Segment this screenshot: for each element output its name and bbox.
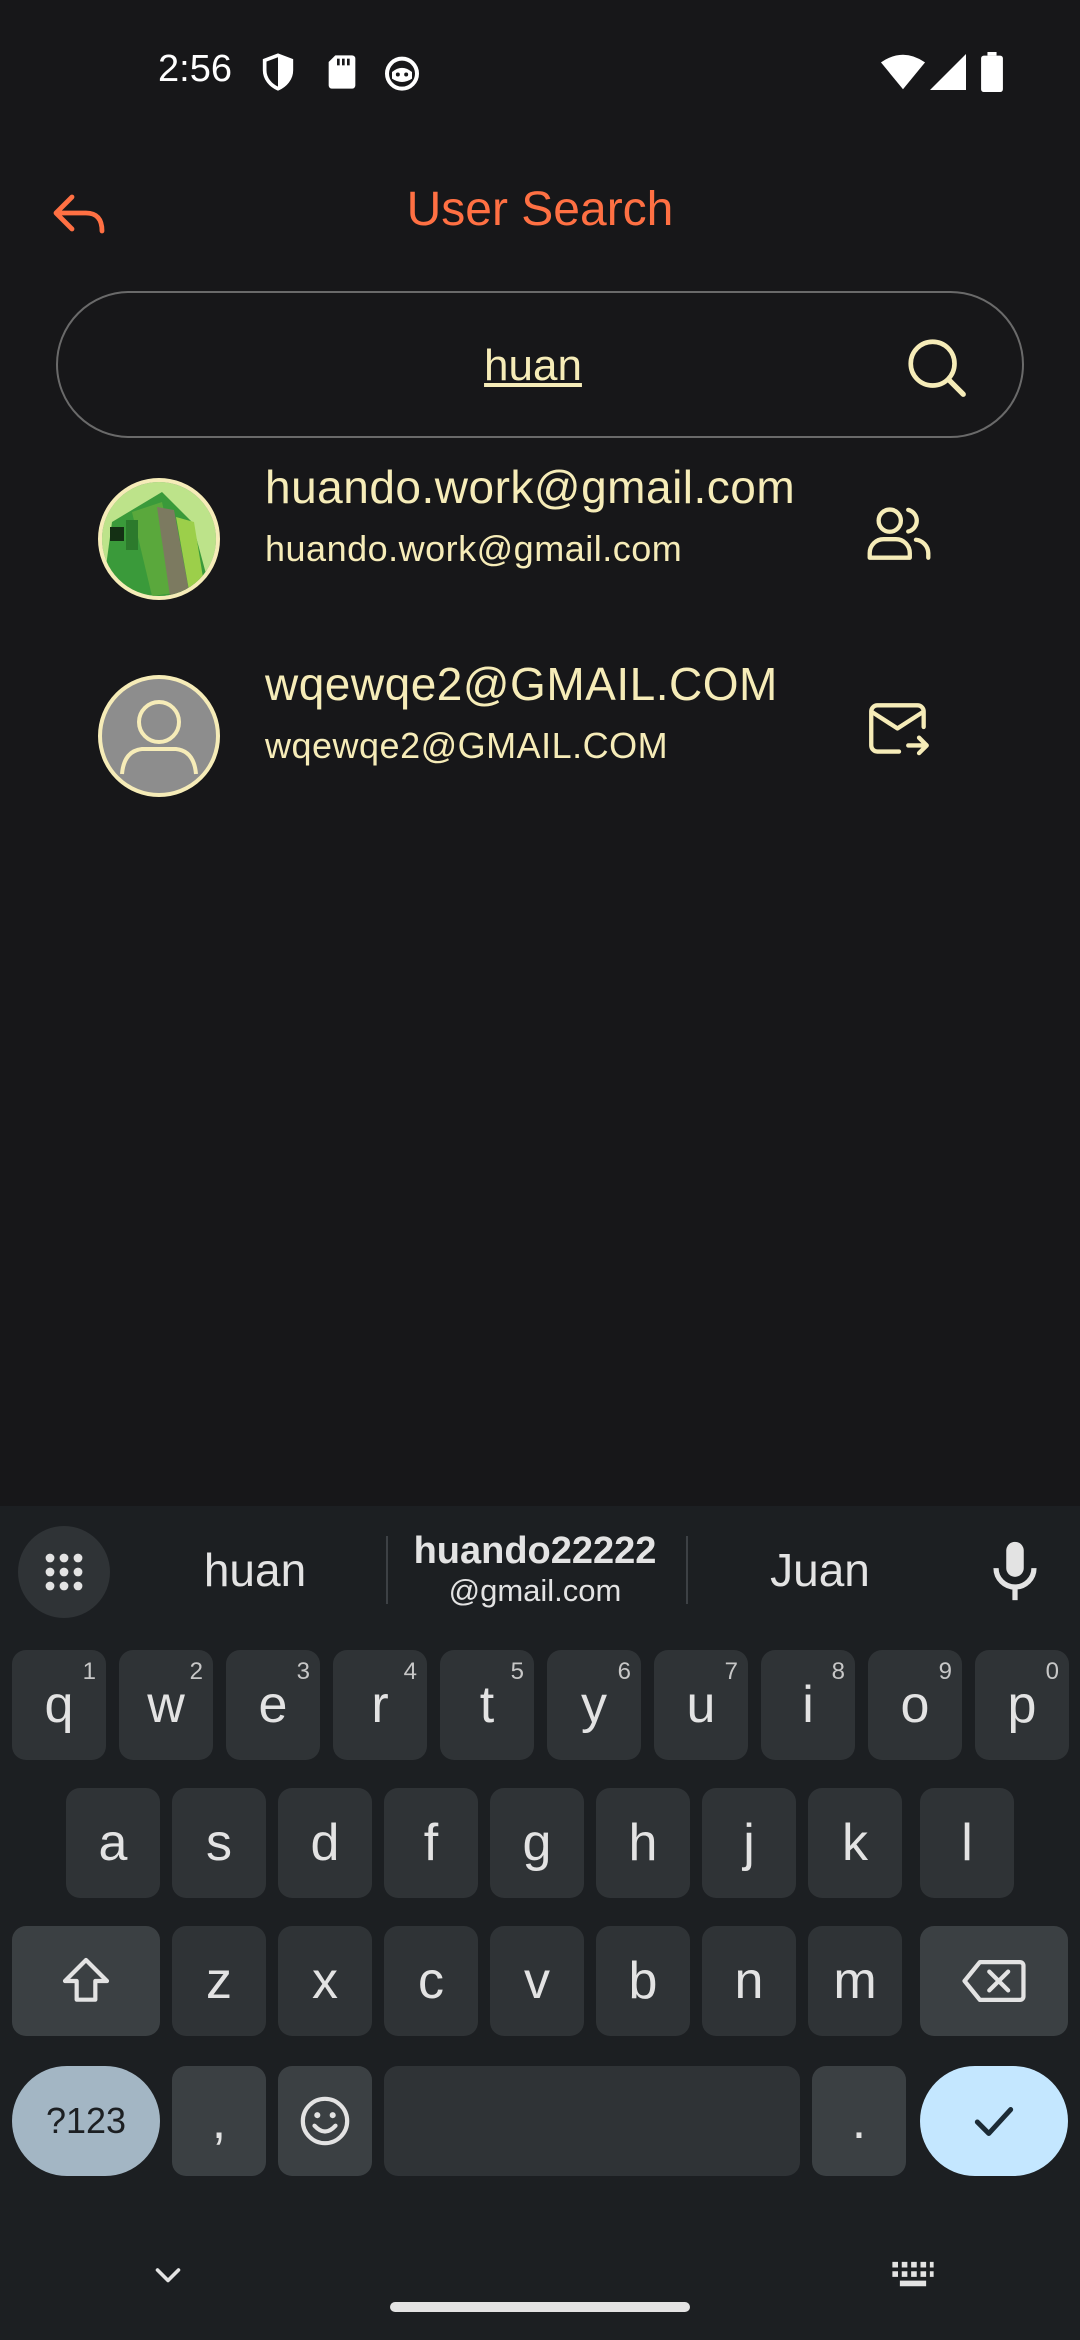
enter-key[interactable] — [920, 2066, 1068, 2176]
shield-icon — [262, 53, 294, 91]
key-p[interactable]: p0 — [975, 1650, 1069, 1760]
key-a[interactable]: a — [66, 1788, 160, 1898]
home-handle[interactable] — [390, 2302, 690, 2312]
key-u[interactable]: u7 — [654, 1650, 748, 1760]
backspace-icon — [962, 1960, 1026, 2002]
key-q[interactable]: q1 — [12, 1650, 106, 1760]
search-box — [56, 291, 1024, 438]
key-y[interactable]: y6 — [547, 1650, 641, 1760]
suggestion-divider — [686, 1536, 688, 1604]
result-name: huando.work@gmail.com — [265, 461, 796, 513]
key-b[interactable]: b — [596, 1926, 690, 2036]
avatar-photo — [102, 482, 216, 596]
key-m[interactable]: m — [808, 1926, 902, 2036]
shift-key[interactable] — [12, 1926, 160, 2036]
suggestion-center[interactable]: huando22222 @gmail.com — [390, 1506, 680, 1634]
key-d[interactable]: d — [278, 1788, 372, 1898]
cell-signal-icon — [930, 54, 966, 90]
key-o[interactable]: o9 — [868, 1650, 962, 1760]
keyboard-switch-icon[interactable] — [890, 2260, 936, 2290]
search-icon[interactable] — [902, 333, 972, 403]
key-t[interactable]: t5 — [440, 1650, 534, 1760]
key-c[interactable]: c — [384, 1926, 478, 2036]
suggestion-left-label: huan — [203, 1544, 307, 1596]
suggestion-bar: huan huando22222 @gmail.com Juan — [0, 1506, 1080, 1634]
emoji-key[interactable] — [278, 2066, 372, 2176]
mail-forward-icon[interactable] — [862, 693, 936, 767]
suggestion-divider — [386, 1536, 388, 1604]
comma-key[interactable]: , — [172, 2066, 266, 2176]
suggestion-right[interactable]: Juan — [690, 1506, 950, 1634]
battery-icon — [981, 52, 1003, 92]
key-j[interactable]: j — [702, 1788, 796, 1898]
key-l[interactable]: l — [920, 1788, 1014, 1898]
period-key[interactable]: . — [812, 2066, 906, 2176]
result-name: wqewqe2@GMAIL.COM — [265, 658, 778, 710]
suggestion-right-label: Juan — [770, 1544, 870, 1596]
key-x[interactable]: x — [278, 1926, 372, 2036]
key-i[interactable]: i8 — [761, 1650, 855, 1760]
key-r[interactable]: r4 — [333, 1650, 427, 1760]
key-v[interactable]: v — [490, 1926, 584, 2036]
keyboard-apps-button[interactable] — [18, 1526, 110, 1618]
key-s[interactable]: s — [172, 1788, 266, 1898]
key-z[interactable]: z — [172, 1926, 266, 2036]
key-n[interactable]: n — [702, 1926, 796, 2036]
microphone-icon[interactable] — [980, 1536, 1050, 1606]
cat-face-icon — [385, 56, 419, 91]
default-person-icon — [120, 700, 198, 775]
shift-arrow-icon — [62, 1957, 110, 2002]
key-f[interactable]: f — [384, 1788, 478, 1898]
avatar — [98, 675, 220, 797]
emoji-icon — [300, 2096, 350, 2146]
checkmark-icon — [974, 2107, 1014, 2136]
key-h[interactable]: h — [596, 1788, 690, 1898]
avatar — [98, 478, 220, 600]
result-email: huando.work@gmail.com — [265, 528, 683, 569]
users-icon[interactable] — [862, 496, 936, 570]
wifi-icon — [880, 54, 926, 90]
key-k[interactable]: k — [808, 1788, 902, 1898]
page-title: User Search — [406, 183, 674, 236]
navigation-bar — [0, 2190, 1080, 2340]
status-bar: 2:56 — [0, 0, 1080, 140]
hide-keyboard-chevron-icon[interactable] — [150, 2264, 186, 2288]
space-key[interactable] — [384, 2066, 800, 2176]
suggestion-center-main: huando22222 — [413, 1529, 657, 1572]
backspace-key[interactable] — [920, 1926, 1068, 2036]
symbols-key[interactable]: ?123 — [12, 2066, 160, 2176]
key-w[interactable]: w2 — [119, 1650, 213, 1760]
key-g[interactable]: g — [490, 1788, 584, 1898]
grid-icon — [45, 1553, 83, 1591]
search-input[interactable] — [148, 323, 918, 408]
result-email: wqewqe2@GMAIL.COM — [265, 725, 669, 766]
result-row[interactable]: huando.work@gmail.com huando.work@gmail.… — [0, 460, 1080, 640]
key-e[interactable]: e3 — [226, 1650, 320, 1760]
suggestion-center-sub: @gmail.com — [448, 1573, 622, 1609]
sd-card-icon — [328, 55, 356, 89]
result-row[interactable]: wqewqe2@GMAIL.COM wqewqe2@GMAIL.COM — [0, 657, 1080, 837]
status-time: 2:56 — [158, 48, 232, 90]
suggestion-left[interactable]: huan — [130, 1506, 380, 1634]
